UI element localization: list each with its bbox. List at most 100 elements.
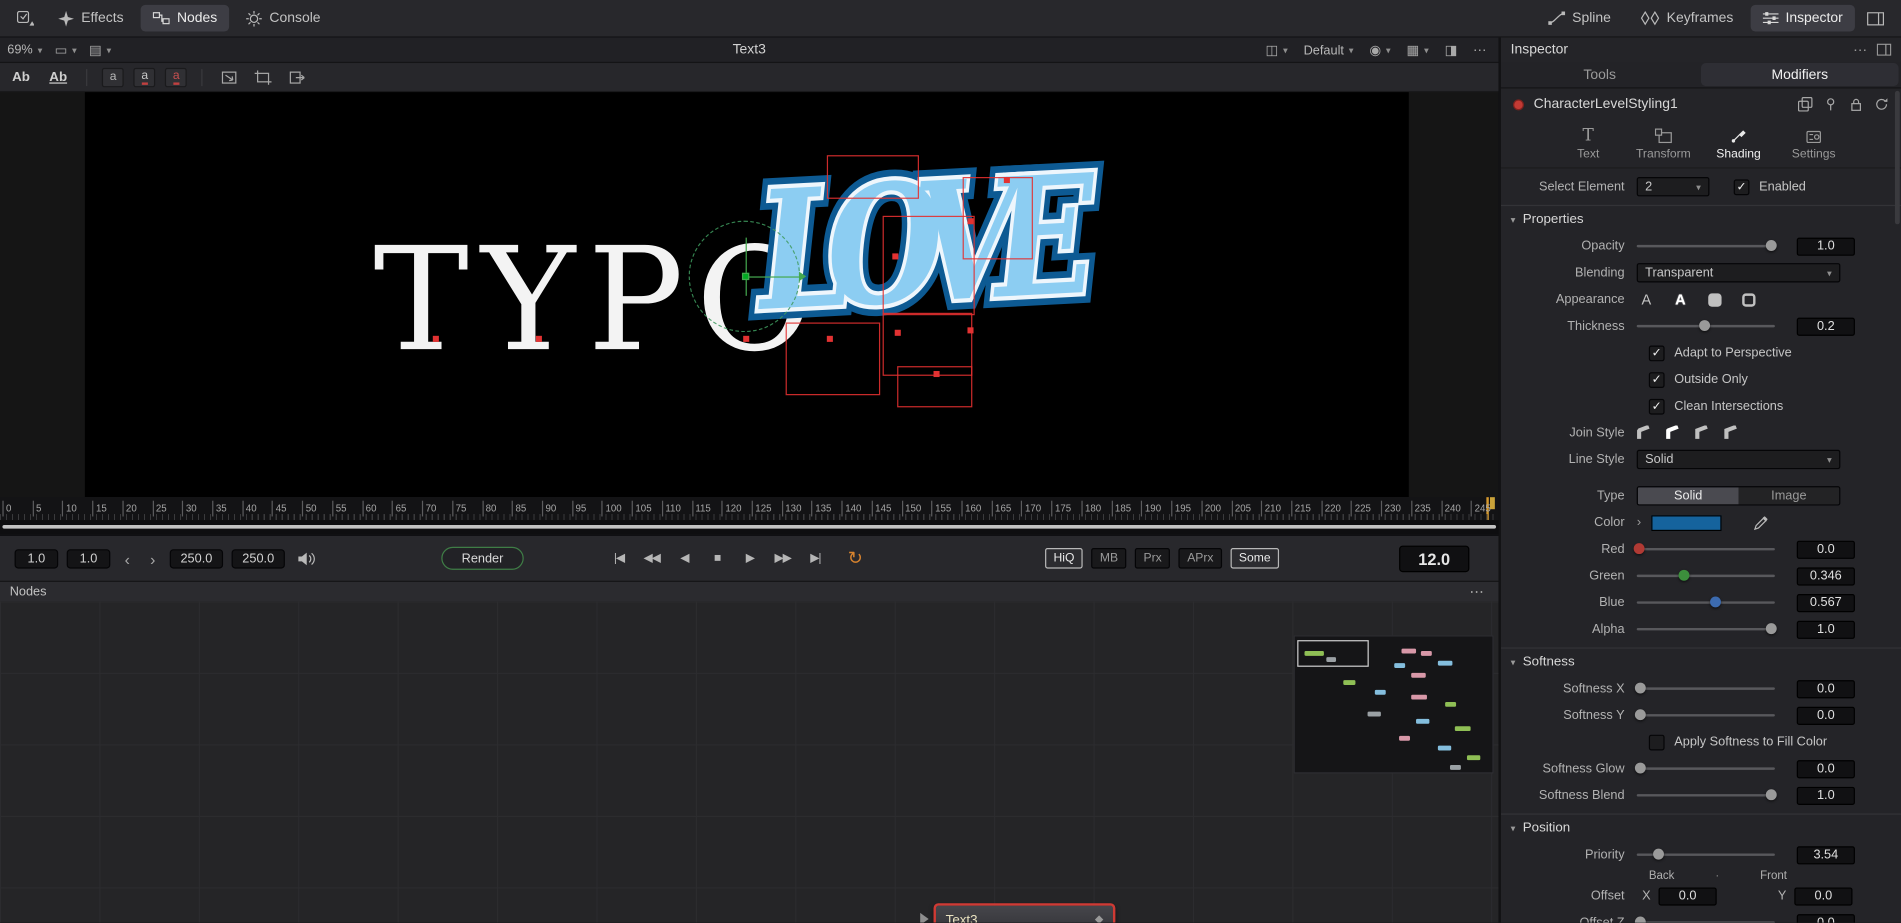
node-mask-port-icon[interactable]: ◆	[1095, 913, 1103, 923]
join-round-icon[interactable]	[1666, 426, 1681, 441]
image-option[interactable]: Image	[1739, 487, 1840, 504]
priority-slider[interactable]	[1637, 854, 1775, 856]
audio-button[interactable]	[298, 552, 316, 567]
thickness-value[interactable]: 0.2	[1797, 317, 1855, 335]
control-point[interactable]	[967, 218, 973, 224]
spline-button[interactable]: Spline	[1536, 5, 1623, 32]
color-display-dropdown[interactable]: ◉ ▾	[1369, 42, 1390, 58]
stop-button[interactable]: ■	[702, 546, 732, 570]
char-level-style-button[interactable]: a	[134, 67, 156, 86]
blending-dropdown[interactable]: Transparent▾	[1637, 263, 1841, 282]
softness-glow-value[interactable]: 0.0	[1797, 760, 1855, 778]
slider-knob[interactable]	[1634, 543, 1645, 554]
control-point[interactable]	[536, 336, 542, 342]
step-back-button[interactable]: ‹	[119, 549, 136, 568]
expand-arrow-icon[interactable]: ›	[1637, 515, 1641, 530]
slider-knob[interactable]	[1765, 789, 1776, 800]
render-button[interactable]: Render	[441, 547, 523, 570]
red-slider[interactable]	[1637, 548, 1775, 550]
priority-value[interactable]: 3.54	[1797, 846, 1855, 864]
node-graph[interactable]: Text3 ◆	[0, 601, 1498, 922]
goto-end-button[interactable]: ▶|	[800, 546, 830, 570]
blue-slider[interactable]	[1637, 601, 1775, 603]
eyedropper-icon[interactable]	[1753, 515, 1769, 531]
offset-y-value[interactable]: 0.0	[1794, 887, 1852, 905]
opacity-slider[interactable]	[1637, 245, 1775, 247]
zoom-level-dropdown[interactable]: 69% ▾	[7, 42, 42, 57]
alpha-slider[interactable]	[1637, 628, 1775, 630]
softness-x-slider[interactable]	[1637, 687, 1775, 689]
slider-knob[interactable]	[1635, 709, 1646, 720]
send-to-viewer-button[interactable]	[285, 66, 309, 88]
tab-transform[interactable]: Transform	[1634, 126, 1692, 161]
render-end-field[interactable]: 250.0	[170, 549, 223, 568]
control-point[interactable]	[895, 330, 901, 336]
tab-text[interactable]: T Text	[1559, 126, 1617, 161]
comp-end-field[interactable]: 250.0	[232, 549, 285, 568]
softness-blend-slider[interactable]	[1637, 794, 1775, 796]
viewer-option-b-dropdown[interactable]: ▤ ▾	[89, 42, 111, 58]
control-point[interactable]	[967, 327, 973, 333]
offset-z-value[interactable]: 0.0	[1797, 914, 1855, 923]
control-point[interactable]	[433, 336, 439, 342]
green-value[interactable]: 0.346	[1797, 567, 1855, 585]
nodes-button[interactable]: Nodes	[141, 5, 230, 32]
slider-knob[interactable]	[1765, 623, 1776, 634]
green-slider[interactable]	[1637, 575, 1775, 577]
current-frame-display[interactable]: 12.0	[1399, 546, 1469, 573]
appearance-border-icon[interactable]	[1739, 290, 1758, 309]
slider-knob[interactable]	[1635, 917, 1646, 923]
clean-intersections-checkbox[interactable]: ✓	[1649, 398, 1665, 414]
opacity-value[interactable]: 1.0	[1797, 237, 1855, 255]
inspector-menu-icon[interactable]: ⋯	[1853, 41, 1867, 58]
control-point[interactable]	[1004, 177, 1010, 183]
modifier-enable-dot[interactable]	[1513, 99, 1524, 110]
render-start-field[interactable]: 1.0	[67, 549, 111, 568]
section-position[interactable]: ▾Position	[1501, 814, 1901, 842]
lock-icon[interactable]	[1849, 97, 1864, 112]
tab-shading[interactable]: Shading	[1709, 126, 1767, 161]
comp-start-field[interactable]: 1.0	[15, 549, 59, 568]
quality-some-button[interactable]: Some	[1230, 548, 1279, 569]
tab-modifiers[interactable]: Modifiers	[1701, 63, 1899, 86]
loop-button[interactable]: ↻	[833, 546, 863, 570]
control-point[interactable]	[934, 371, 940, 377]
inspector-expand-icon[interactable]	[1877, 44, 1892, 56]
quality-aprx-button[interactable]: APrx	[1179, 548, 1222, 569]
slider-knob[interactable]	[1679, 570, 1690, 581]
inspector-button[interactable]: Inspector	[1750, 5, 1855, 32]
softness-y-slider[interactable]	[1637, 714, 1775, 716]
dual-view-button[interactable]: ◨	[1445, 42, 1458, 58]
slider-knob[interactable]	[1635, 683, 1646, 694]
solid-option[interactable]: Solid	[1638, 487, 1739, 504]
panel-layout-button[interactable]	[1860, 5, 1892, 32]
softness-x-value[interactable]: 0.0	[1797, 680, 1855, 698]
versions-icon[interactable]	[1798, 97, 1813, 112]
join-bevel-icon[interactable]	[1637, 426, 1652, 441]
section-properties[interactable]: ▾Properties	[1501, 205, 1901, 233]
split-view-dropdown[interactable]: ◫ ▾	[1266, 42, 1288, 58]
appearance-fill-icon[interactable]	[1705, 290, 1724, 309]
pin-icon[interactable]	[1823, 97, 1838, 112]
char-level-clear-button[interactable]: a	[165, 67, 187, 86]
char-styling-button[interactable]: Ab	[7, 67, 34, 86]
timeline-scrollbar[interactable]	[2, 525, 1496, 529]
outside-only-checkbox[interactable]: ✓	[1649, 372, 1665, 388]
control-point[interactable]	[892, 253, 898, 259]
toolbar-select-button[interactable]	[10, 5, 42, 32]
apply-softness-to-fill-color-checkbox[interactable]	[1649, 734, 1665, 750]
grid-options-dropdown[interactable]: ▦ ▾	[1407, 42, 1429, 58]
softness-y-value[interactable]: 0.0	[1797, 706, 1855, 724]
follower-tool-button[interactable]: a	[102, 67, 124, 86]
node-input-arrow-icon[interactable]	[920, 913, 928, 923]
appearance-text-icon[interactable]: A	[1637, 290, 1656, 309]
color-swatch[interactable]	[1651, 515, 1721, 531]
appearance-text-outline-icon[interactable]: A	[1671, 290, 1690, 309]
view-preset-dropdown[interactable]: Default ▾	[1304, 43, 1354, 58]
adapt-to-perspective-checkbox[interactable]: ✓	[1649, 345, 1665, 361]
slider-knob[interactable]	[1653, 849, 1664, 860]
play-button[interactable]: ▶	[735, 546, 765, 570]
crop-tool-button[interactable]	[251, 66, 275, 88]
thickness-slider[interactable]	[1637, 325, 1775, 327]
softness-glow-slider[interactable]	[1637, 767, 1775, 769]
